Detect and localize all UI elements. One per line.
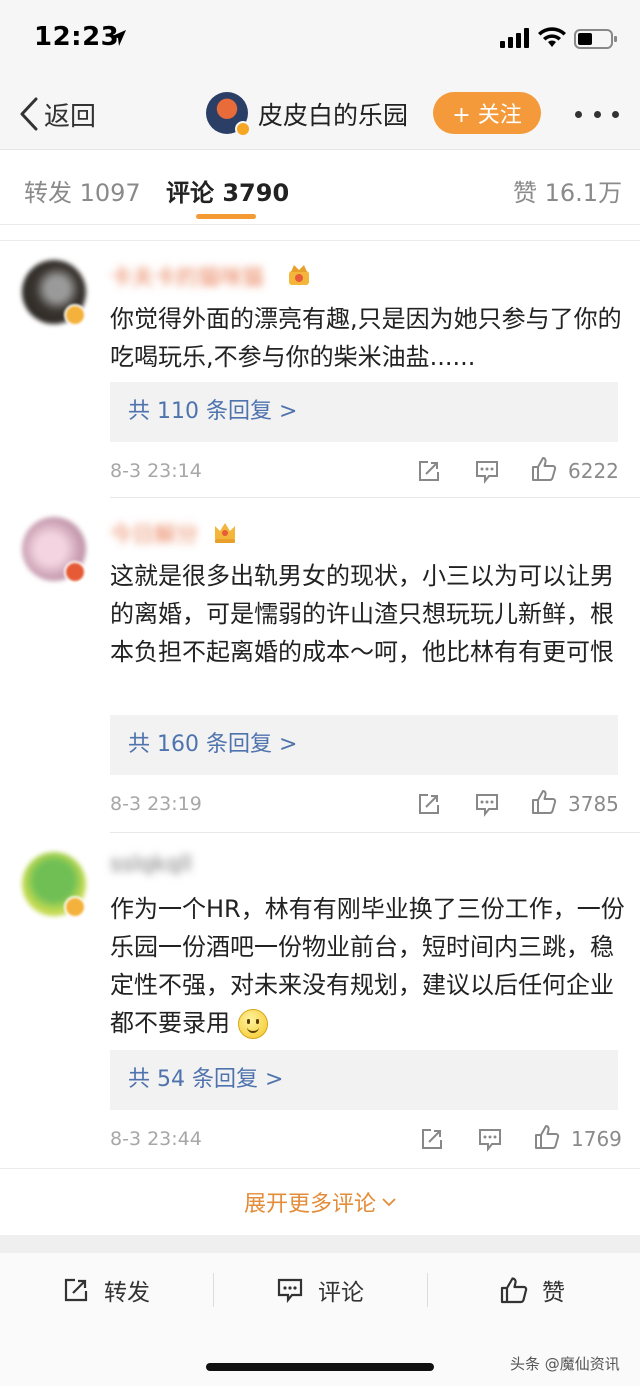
like-label: 赞 [542,1280,565,1306]
comment-button[interactable]: 评论 [276,1275,364,1306]
like-thumb-icon [500,1277,528,1304]
comment-time: 8-3 23:14 [110,460,202,482]
like-count: 3785 [568,792,619,816]
like-count: 6222 [568,459,619,483]
location-arrow-icon [110,30,126,46]
smile-emoji-icon [237,1009,268,1039]
watermark: 头条 @魔仙资讯 [510,1355,620,1373]
tab-likes[interactable]: 赞 16.1万 [513,173,622,208]
comment-item: 今日解分 这就是很多出轨男女的现状，小三以为可以让男的离婚，可是懦弱的许山渣只想… [0,499,640,833]
chevron-down-icon [382,1197,396,1206]
nav-bar: 返回 皮皮白的乐园 + 关注 [0,80,640,150]
bar-separator [213,1273,214,1307]
like-thumb-icon[interactable] [531,789,557,815]
commenter-name[interactable]: sslqkqll [110,852,192,878]
view-replies-link[interactable]: 共 160 条回复 > [110,715,618,775]
tab-bar: 转发 1097 评论 3790 赞 16.1万 [0,151,640,225]
comment-text: 你觉得外面的漂亮有趣,只是因为她只参与了你的吃喝玩乐,不参与你的柴米油盐....… [110,305,622,371]
like-button[interactable]: 赞 [500,1275,565,1306]
comment-time: 8-3 23:19 [110,793,202,815]
vip-crown-icon [289,265,309,285]
cellular-signal-icon [500,28,529,48]
home-indicator[interactable] [206,1363,434,1371]
wifi-icon [538,27,566,47]
comment-text-body: 作为一个HR，林有有刚毕业换了三份工作，一份乐园一份酒吧一份物业前台，短时间内三… [110,895,625,1037]
comment-divider [110,497,640,498]
view-replies-link[interactable]: 共 110 条回复 > [110,382,618,442]
chevron-left-icon [20,97,38,131]
account-title[interactable]: 皮皮白的乐园 [258,96,408,132]
commenter-name[interactable]: 今日解分 [110,517,198,548]
verified-badge-icon [235,121,251,137]
more-options-icon[interactable] [575,96,619,132]
battery-icon [574,29,617,49]
back-button[interactable]: 返回 [18,94,96,134]
comment-text: 作为一个HR，林有有刚毕业换了三份工作，一份乐园一份酒吧一份物业前台，短时间内三… [110,890,630,1042]
repost-icon [64,1278,88,1302]
like-count: 1769 [571,1127,622,1151]
like-thumb-icon[interactable] [534,1124,560,1150]
member-badge-icon [64,561,86,583]
back-label: 返回 [44,101,97,132]
section-gap [0,1235,640,1253]
member-badge-icon [64,896,86,918]
repost-icon[interactable] [416,791,442,817]
bottom-action-bar: 转发 评论 赞 头条 @魔仙资讯 [0,1253,640,1386]
repost-icon[interactable] [419,1126,445,1152]
expand-more-label: 展开更多评论 [243,1191,376,1217]
member-badge-icon [64,304,86,326]
comment-icon[interactable] [477,1126,503,1152]
active-tab-indicator [196,214,256,219]
status-bar: 12:23 [0,0,640,80]
tab-repost[interactable]: 转发 1097 [24,173,141,208]
comment-label: 评论 [318,1280,364,1306]
comment-time: 8-3 23:44 [110,1128,202,1150]
comment-item: sslqkqll 作为一个HR，林有有刚毕业换了三份工作，一份乐园一份酒吧一份物… [0,834,640,1168]
comment-text: 这就是很多出轨男女的现状，小三以为可以让男的离婚，可是懦弱的许山渣只想玩玩儿新鲜… [110,562,614,666]
comment-icon [277,1278,303,1304]
expand-more-comments-button[interactable]: 展开更多评论 [0,1168,640,1234]
like-thumb-icon[interactable] [531,456,557,482]
bar-separator [427,1273,428,1307]
repost-icon[interactable] [416,458,442,484]
comment-divider [110,832,640,833]
comment-item: 卡夫卡的猫咪猫 你觉得外面的漂亮有趣,只是因为她只参与了你的吃喝玩乐,不参与你的… [0,242,640,498]
account-avatar[interactable] [206,92,251,137]
follow-button[interactable]: + 关注 [433,92,541,134]
tab-comments[interactable]: 评论 3790 [166,173,289,208]
comment-icon[interactable] [474,458,500,484]
repost-label: 转发 [104,1280,150,1306]
vip-crown-icon [215,523,235,543]
status-time: 12:23 [34,22,120,52]
section-gap [0,225,640,241]
commenter-name[interactable]: 卡夫卡的猫咪猫 [110,260,264,291]
view-replies-link[interactable]: 共 54 条回复 > [110,1050,618,1110]
repost-button[interactable]: 转发 [62,1275,150,1306]
comment-icon[interactable] [474,791,500,817]
